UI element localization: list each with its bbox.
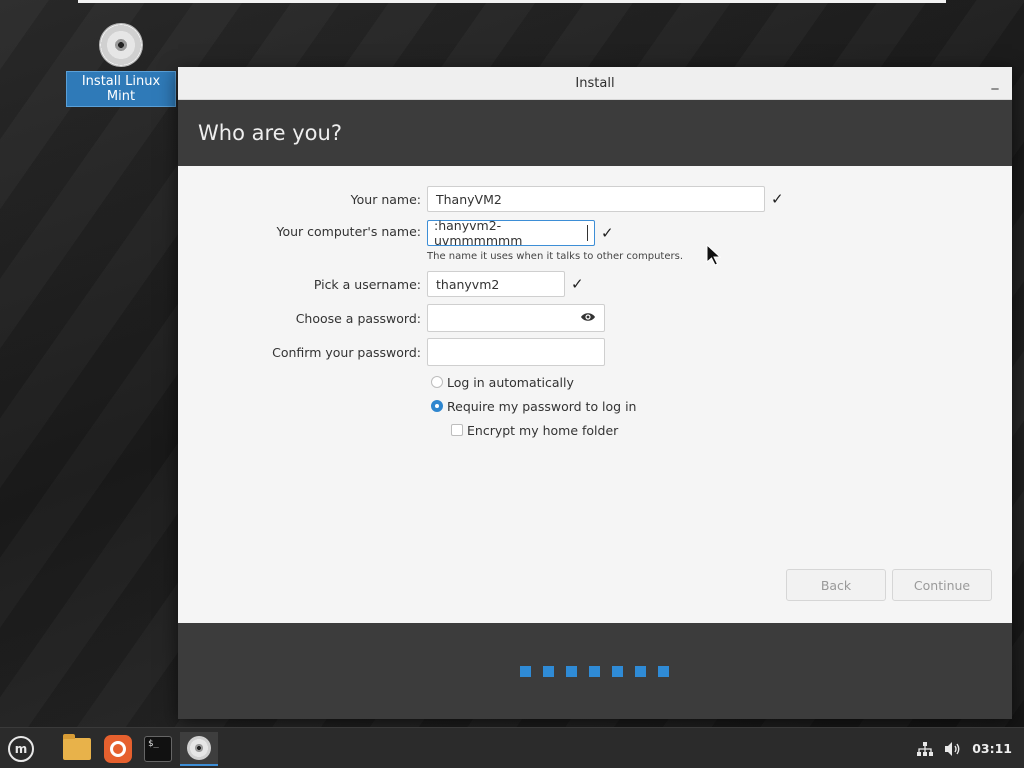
mouse-cursor-icon	[706, 244, 722, 266]
your-name-valid-icon: ✓	[771, 190, 784, 208]
progress-footer	[178, 623, 1012, 719]
computer-name-label: Your computer's name:	[276, 224, 421, 239]
progress-step-dot	[658, 666, 669, 677]
your-name-input[interactable]: ThanyVM2	[427, 186, 765, 212]
progress-steps	[520, 666, 669, 677]
progress-step-dot	[566, 666, 577, 677]
firefox-icon	[104, 735, 132, 763]
page-header: Who are you?	[178, 100, 1012, 166]
computer-name-value: :hanyvm2-uvmmmmmm	[434, 218, 523, 248]
network-icon[interactable]	[916, 741, 934, 757]
desktop-icon-install-linux-mint[interactable]: Install Linux Mint	[66, 24, 176, 107]
username-input[interactable]: thanyvm2	[427, 271, 565, 297]
encrypt-home-checkbox[interactable]	[451, 424, 463, 436]
password-label: Choose a password:	[295, 311, 421, 326]
progress-step-dot	[635, 666, 646, 677]
your-name-value: ThanyVM2	[436, 191, 502, 207]
clock[interactable]: 03:11	[972, 741, 1012, 756]
computer-name-hint: The name it uses when it talks to other …	[427, 251, 684, 262]
confirm-password-label: Confirm your password:	[272, 345, 421, 360]
progress-step-dot	[612, 666, 623, 677]
back-button[interactable]: Back	[786, 569, 886, 601]
confirm-password-input[interactable]	[427, 338, 605, 366]
text-caret	[587, 225, 588, 241]
mint-logo-text: m	[14, 742, 28, 756]
window-title: Install	[575, 75, 615, 91]
desktop-icon-label: Install Linux Mint	[66, 71, 176, 107]
desktop: Install Linux Mint Install _ Who are you…	[0, 0, 1024, 768]
files-launcher[interactable]	[60, 732, 94, 766]
taskbar: m $_ 03:11	[0, 727, 1024, 768]
password-input[interactable]	[427, 304, 605, 332]
continue-button[interactable]: Continue	[892, 569, 992, 601]
require-password-label[interactable]: Require my password to log in	[447, 399, 636, 414]
mint-menu-button[interactable]: m	[4, 732, 38, 766]
username-label: Pick a username:	[313, 277, 421, 292]
computer-name-input[interactable]: :hanyvm2-uvmmmmmm	[427, 218, 595, 248]
your-name-label: Your name:	[350, 192, 421, 207]
system-tray: 03:11	[916, 728, 1012, 768]
page-title: Who are you?	[198, 121, 342, 145]
volume-icon[interactable]	[944, 741, 962, 757]
require-password-radio[interactable]	[431, 400, 443, 412]
username-value: thanyvm2	[436, 276, 500, 292]
show-password-eye-icon[interactable]	[580, 310, 596, 324]
terminal-launcher[interactable]: $_	[141, 732, 175, 766]
progress-step-dot	[589, 666, 600, 677]
log-in-automatically-radio[interactable]	[431, 376, 443, 388]
top-window-edge	[78, 0, 946, 3]
form-area: Your name: ThanyVM2 ✓ Your computer's na…	[178, 166, 1012, 623]
progress-step-dot	[543, 666, 554, 677]
installer-window: Install _ Who are you? Your name: ThanyV…	[178, 67, 1012, 719]
files-icon	[63, 734, 91, 760]
firefox-launcher[interactable]	[101, 732, 135, 766]
minimize-button[interactable]: _	[986, 73, 1004, 91]
window-titlebar[interactable]: Install _	[178, 67, 1012, 100]
mint-menu-icon: m	[8, 736, 34, 762]
username-valid-icon: ✓	[571, 275, 584, 293]
disc-icon	[100, 24, 142, 66]
installer-disc-icon	[187, 736, 211, 760]
computer-name-valid-icon: ✓	[601, 224, 614, 242]
log-in-automatically-label[interactable]: Log in automatically	[447, 375, 574, 390]
terminal-icon: $_	[144, 736, 172, 762]
progress-step-dot	[520, 666, 531, 677]
encrypt-home-label[interactable]: Encrypt my home folder	[467, 423, 618, 438]
installer-taskbar-item[interactable]	[180, 732, 218, 766]
